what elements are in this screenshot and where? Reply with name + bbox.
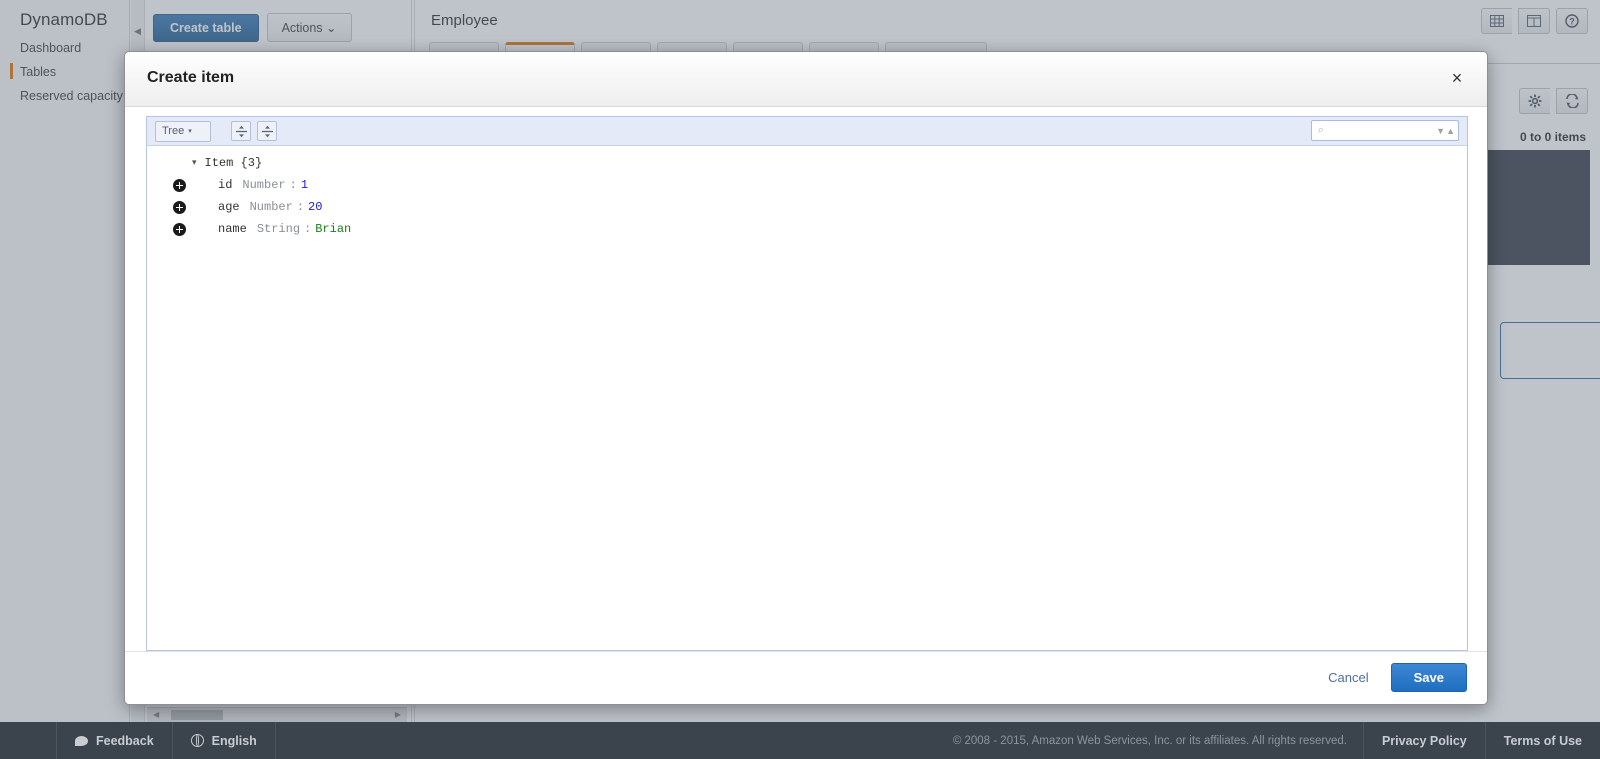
tree-row[interactable]: age Number : 20 — [147, 196, 1467, 218]
globe-icon — [190, 734, 204, 747]
tree-field-value[interactable]: 1 — [301, 178, 308, 192]
language-label: English — [211, 733, 257, 748]
tree-field-key[interactable]: age — [218, 200, 240, 214]
tree-field-type[interactable]: Number — [250, 200, 293, 214]
terms-of-use-link[interactable]: Terms of Use — [1486, 722, 1600, 759]
speech-bubble-icon — [75, 735, 88, 746]
tree-field-key[interactable]: name — [218, 222, 247, 236]
close-icon[interactable]: × — [1445, 66, 1469, 90]
expand-all-icon[interactable] — [231, 121, 251, 141]
tree-row[interactable]: name String : Brian — [147, 218, 1467, 240]
tree-field-value[interactable]: Brian — [315, 222, 351, 236]
add-field-icon[interactable] — [173, 178, 186, 192]
add-field-icon[interactable] — [173, 222, 186, 236]
modal-title: Create item — [147, 69, 235, 86]
chevron-down-icon[interactable]: ▾ — [192, 158, 197, 168]
tree-field-type[interactable]: String — [257, 222, 300, 236]
tree-field-key[interactable]: id — [218, 178, 232, 192]
feedback-label: Feedback — [96, 733, 154, 748]
tree-colon: : — [296, 200, 305, 214]
search-prev-icon[interactable]: ▲ — [1446, 126, 1455, 136]
privacy-policy-link[interactable]: Privacy Policy — [1364, 722, 1485, 759]
editor-search-box: ⌕ ▼ ▲ — [1311, 120, 1459, 141]
tree-root-label: Item {3} — [204, 156, 263, 170]
tree-colon: : — [304, 222, 312, 236]
search-nav-arrows: ▼ ▲ — [1436, 126, 1458, 136]
language-button[interactable]: English — [173, 722, 275, 759]
search-next-icon[interactable]: ▼ — [1436, 126, 1445, 136]
status-bar: Feedback English © 2008 - 2015, Amazon W… — [0, 722, 1600, 759]
feedback-button[interactable]: Feedback — [57, 722, 172, 759]
create-item-modal: Create item × Tree ▾ ⌕ ▼ ▲ ▾ Item {3} id… — [124, 51, 1488, 705]
modal-footer: Cancel Save — [125, 651, 1487, 704]
json-tree: ▾ Item {3} id Number : 1 age Number : 20… — [147, 146, 1467, 240]
editor-mode-label: Tree — [162, 125, 185, 137]
editor-mode-dropdown[interactable]: Tree ▾ — [155, 120, 211, 142]
copyright-text: © 2008 - 2015, Amazon Web Services, Inc.… — [952, 734, 1347, 747]
collapse-all-icon[interactable] — [257, 121, 277, 141]
search-input[interactable] — [1330, 123, 1437, 138]
modal-actions: Cancel Save — [1322, 663, 1467, 692]
tree-field-type[interactable]: Number — [242, 178, 285, 192]
editor-toolbar: Tree ▾ ⌕ ▼ ▲ — [147, 117, 1467, 146]
search-icon: ⌕ — [1317, 124, 1325, 136]
tree-root-row[interactable]: ▾ Item {3} — [147, 152, 1467, 174]
tree-row[interactable]: id Number : 1 — [147, 174, 1467, 196]
tree-field-value[interactable]: 20 — [308, 200, 322, 214]
chevron-down-icon: ▾ — [188, 128, 192, 135]
modal-header: Create item × — [125, 52, 1487, 107]
cancel-button[interactable]: Cancel — [1322, 669, 1374, 686]
save-button[interactable]: Save — [1390, 663, 1467, 692]
json-editor: Tree ▾ ⌕ ▼ ▲ ▾ Item {3} id Number: 1 ag… — [146, 116, 1468, 651]
add-field-icon[interactable] — [173, 200, 186, 214]
tree-colon: : — [289, 178, 297, 192]
statusbar-divider — [274, 722, 276, 759]
